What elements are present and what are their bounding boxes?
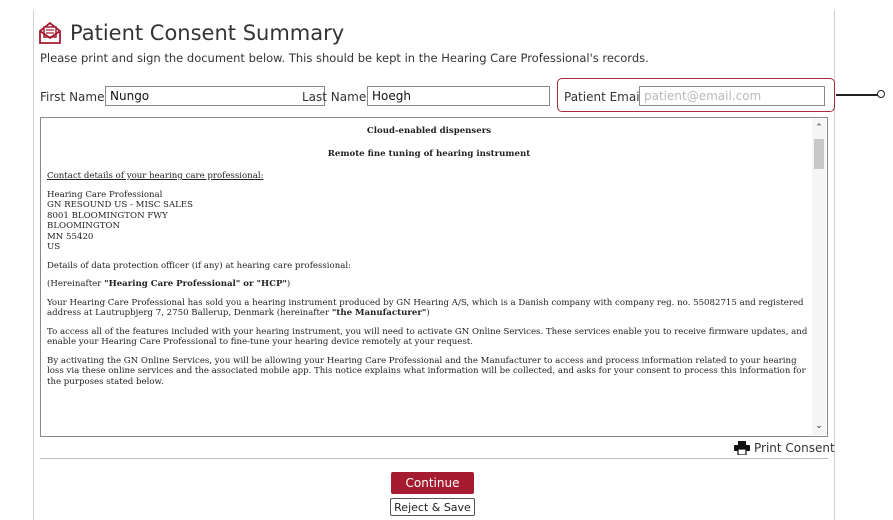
scroll-down-icon[interactable]: ⌄ <box>812 419 826 433</box>
dpo-line: Details of data protection officer (if a… <box>47 260 351 271</box>
first-name-label: First Name: <box>40 90 109 104</box>
printer-icon <box>734 441 750 455</box>
reject-save-button[interactable]: Reject & Save <box>390 498 475 516</box>
callout-line <box>836 94 878 96</box>
print-consent-label: Print Consent <box>754 441 835 455</box>
envelope-document-icon <box>39 21 61 44</box>
continue-button[interactable]: Continue <box>391 472 474 494</box>
document-content: Cloud-enabled dispensers Remote fine tun… <box>47 126 811 395</box>
address-line: MN 55420 <box>47 231 94 242</box>
email-highlight <box>557 78 835 112</box>
doc-heading-1: Cloud-enabled dispensers <box>366 126 492 136</box>
last-name-input[interactable] <box>367 86 550 106</box>
address-line: Hearing Care Professional <box>47 189 163 200</box>
document-scrollbar[interactable]: ⌃ ⌄ <box>812 119 826 435</box>
text: ) <box>286 279 291 289</box>
divider <box>40 458 828 459</box>
address-line: US <box>47 242 61 252</box>
address-line: 8001 BLOOMINGTON FWY <box>47 210 168 221</box>
scroll-thumb[interactable] <box>814 139 824 169</box>
page-title: Patient Consent Summary <box>70 21 345 45</box>
doc-heading-2: Remote fine tuning of hearing instrument <box>327 148 531 159</box>
address-line: GN RESOUND US - MISC SALES <box>47 200 194 210</box>
first-name-input[interactable] <box>105 86 325 106</box>
consent-document[interactable]: Cloud-enabled dispensers Remote fine tun… <box>40 117 828 437</box>
contact-heading: Contact details of your hearing care pro… <box>47 171 264 181</box>
manufacturer-term: "the Manufacturer" <box>331 308 427 318</box>
print-consent-button[interactable]: Print Consent <box>734 440 835 456</box>
last-name-label: Last Name: <box>302 90 371 104</box>
hcp-address: Hearing Care Professional GN RESOUND US … <box>47 190 811 253</box>
instructions-text: Please print and sign the document below… <box>40 51 649 65</box>
paragraph-activation: By activating the GN Online Services, yo… <box>47 355 806 387</box>
hcp-term: "Hearing Care Professional" or "HCP" <box>104 279 287 289</box>
page-header: Patient Consent Summary <box>38 18 344 48</box>
text: (Hereinafter <box>47 279 105 289</box>
address-line: BLOOMINGTON <box>47 221 120 231</box>
scroll-up-icon[interactable]: ⌃ <box>812 121 826 135</box>
text: ) <box>426 308 430 318</box>
callout-dot <box>877 90 885 98</box>
paragraph-manufacturer: Your Hearing Care Professional has sold … <box>47 298 811 319</box>
paragraph-online-services: To access all of the features included w… <box>47 326 808 348</box>
hereinafter-hcp: (Hereinafter "Hearing Care Professional"… <box>47 279 811 290</box>
